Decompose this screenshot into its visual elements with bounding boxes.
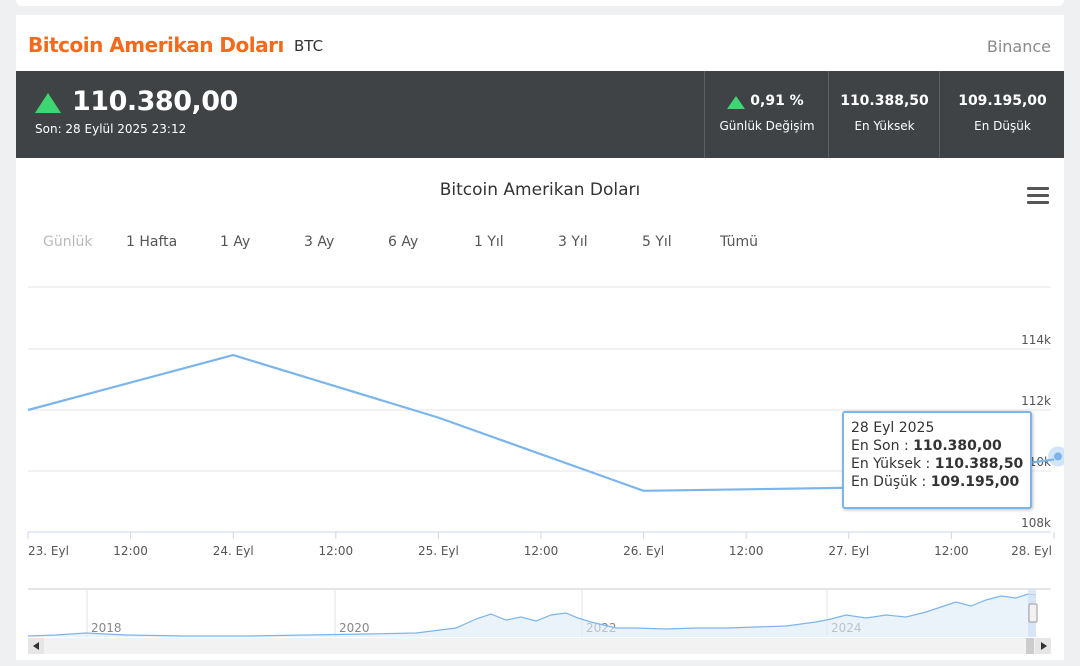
hamburger-menu-icon[interactable]: [1027, 187, 1049, 205]
range-all[interactable]: Tümü: [720, 234, 758, 250]
daily-change-value: 0,91 %: [750, 93, 804, 109]
tooltip-date: 28 Eyl 2025: [851, 420, 935, 436]
x-tick-label: 26. Eyl: [623, 544, 664, 558]
high-value: 110.388,50: [840, 93, 929, 109]
x-tick-label: 24. Eyl: [213, 544, 254, 558]
y-tick-label: 112k: [1021, 394, 1051, 408]
range-5-years[interactable]: 5 Yıl: [642, 234, 672, 250]
scrollbar-track[interactable]: [28, 638, 1051, 654]
asset-code: BTC: [294, 37, 324, 55]
low-label: En Düşük: [974, 119, 1031, 133]
price-bar: 110.380,00 Son: 28 Eylül 2025 23:12 0,91…: [16, 71, 1064, 158]
asset-header: Bitcoin Amerikan Doları BTC Binance: [16, 15, 1064, 71]
chart-area: 108k 110k 112k 114k 23. Eyl 12:00 24. Eyl 12:00…: [16, 158, 1064, 660]
navigator-year-label: 2020: [339, 621, 370, 635]
range-daily[interactable]: Günlük: [43, 234, 92, 250]
y-tick-label: 108k: [1021, 516, 1051, 530]
x-tick-label: 12:00: [934, 544, 969, 558]
navigator-handle[interactable]: [1028, 603, 1038, 623]
previous-card: [16, 0, 1064, 6]
x-tick-label: 27. Eyl: [828, 544, 869, 558]
x-tick-label: 12:00: [729, 544, 764, 558]
range-1-week[interactable]: 1 Hafta: [126, 234, 177, 250]
exchange-name: Binance: [986, 37, 1051, 56]
data-point: [1054, 452, 1062, 461]
low-stat: 109.195,00 En Düşük: [939, 71, 1065, 158]
chart-tooltip: 28 Eyl 2025 En Son : 110.380,00 En Yükse…: [842, 411, 1032, 509]
tooltip-row-high: En Yüksek : 110.388,50: [851, 456, 1024, 472]
chart-title: Bitcoin Amerikan Doları: [439, 180, 641, 200]
daily-change-label: Günlük Değişim: [719, 119, 815, 133]
asset-title: Bitcoin Amerikan Doları: [28, 33, 284, 57]
asset-card: Bitcoin Amerikan Doları BTC Binance 110.…: [16, 15, 1064, 660]
range-3-months[interactable]: 3 Ay: [304, 234, 334, 250]
high-stat: 110.388,50 En Yüksek: [828, 71, 940, 158]
x-tick-label: 12:00: [524, 544, 559, 558]
y-tick-label: 114k: [1021, 333, 1051, 347]
up-arrow-icon: [35, 93, 61, 113]
scrollbar-thumb[interactable]: [1026, 638, 1034, 654]
tooltip-row-low: En Düşük : 109.195,00: [851, 474, 1020, 490]
tooltip-row-last: En Son : 110.380,00: [851, 438, 1002, 454]
x-tick-label: 25. Eyl: [418, 544, 459, 558]
x-tick-label: 28. Eyl: [1011, 544, 1052, 558]
x-tick-label: 12:00: [113, 544, 148, 558]
daily-change-stat: 0,91 % Günlük Değişim: [704, 71, 829, 158]
last-update-time: Son: 28 Eylül 2025 23:12: [35, 122, 187, 136]
high-label: En Yüksek: [854, 119, 915, 133]
last-price: 110.380,00: [72, 86, 238, 117]
x-tick-label: 12:00: [319, 544, 354, 558]
low-value: 109.195,00: [958, 93, 1047, 109]
range-1-month[interactable]: 1 Ay: [220, 234, 250, 250]
x-tick-label: 23. Eyl: [28, 544, 69, 558]
range-1-year[interactable]: 1 Yıl: [474, 234, 504, 250]
range-6-months[interactable]: 6 Ay: [388, 234, 418, 250]
range-3-years[interactable]: 3 Yıl: [558, 234, 588, 250]
